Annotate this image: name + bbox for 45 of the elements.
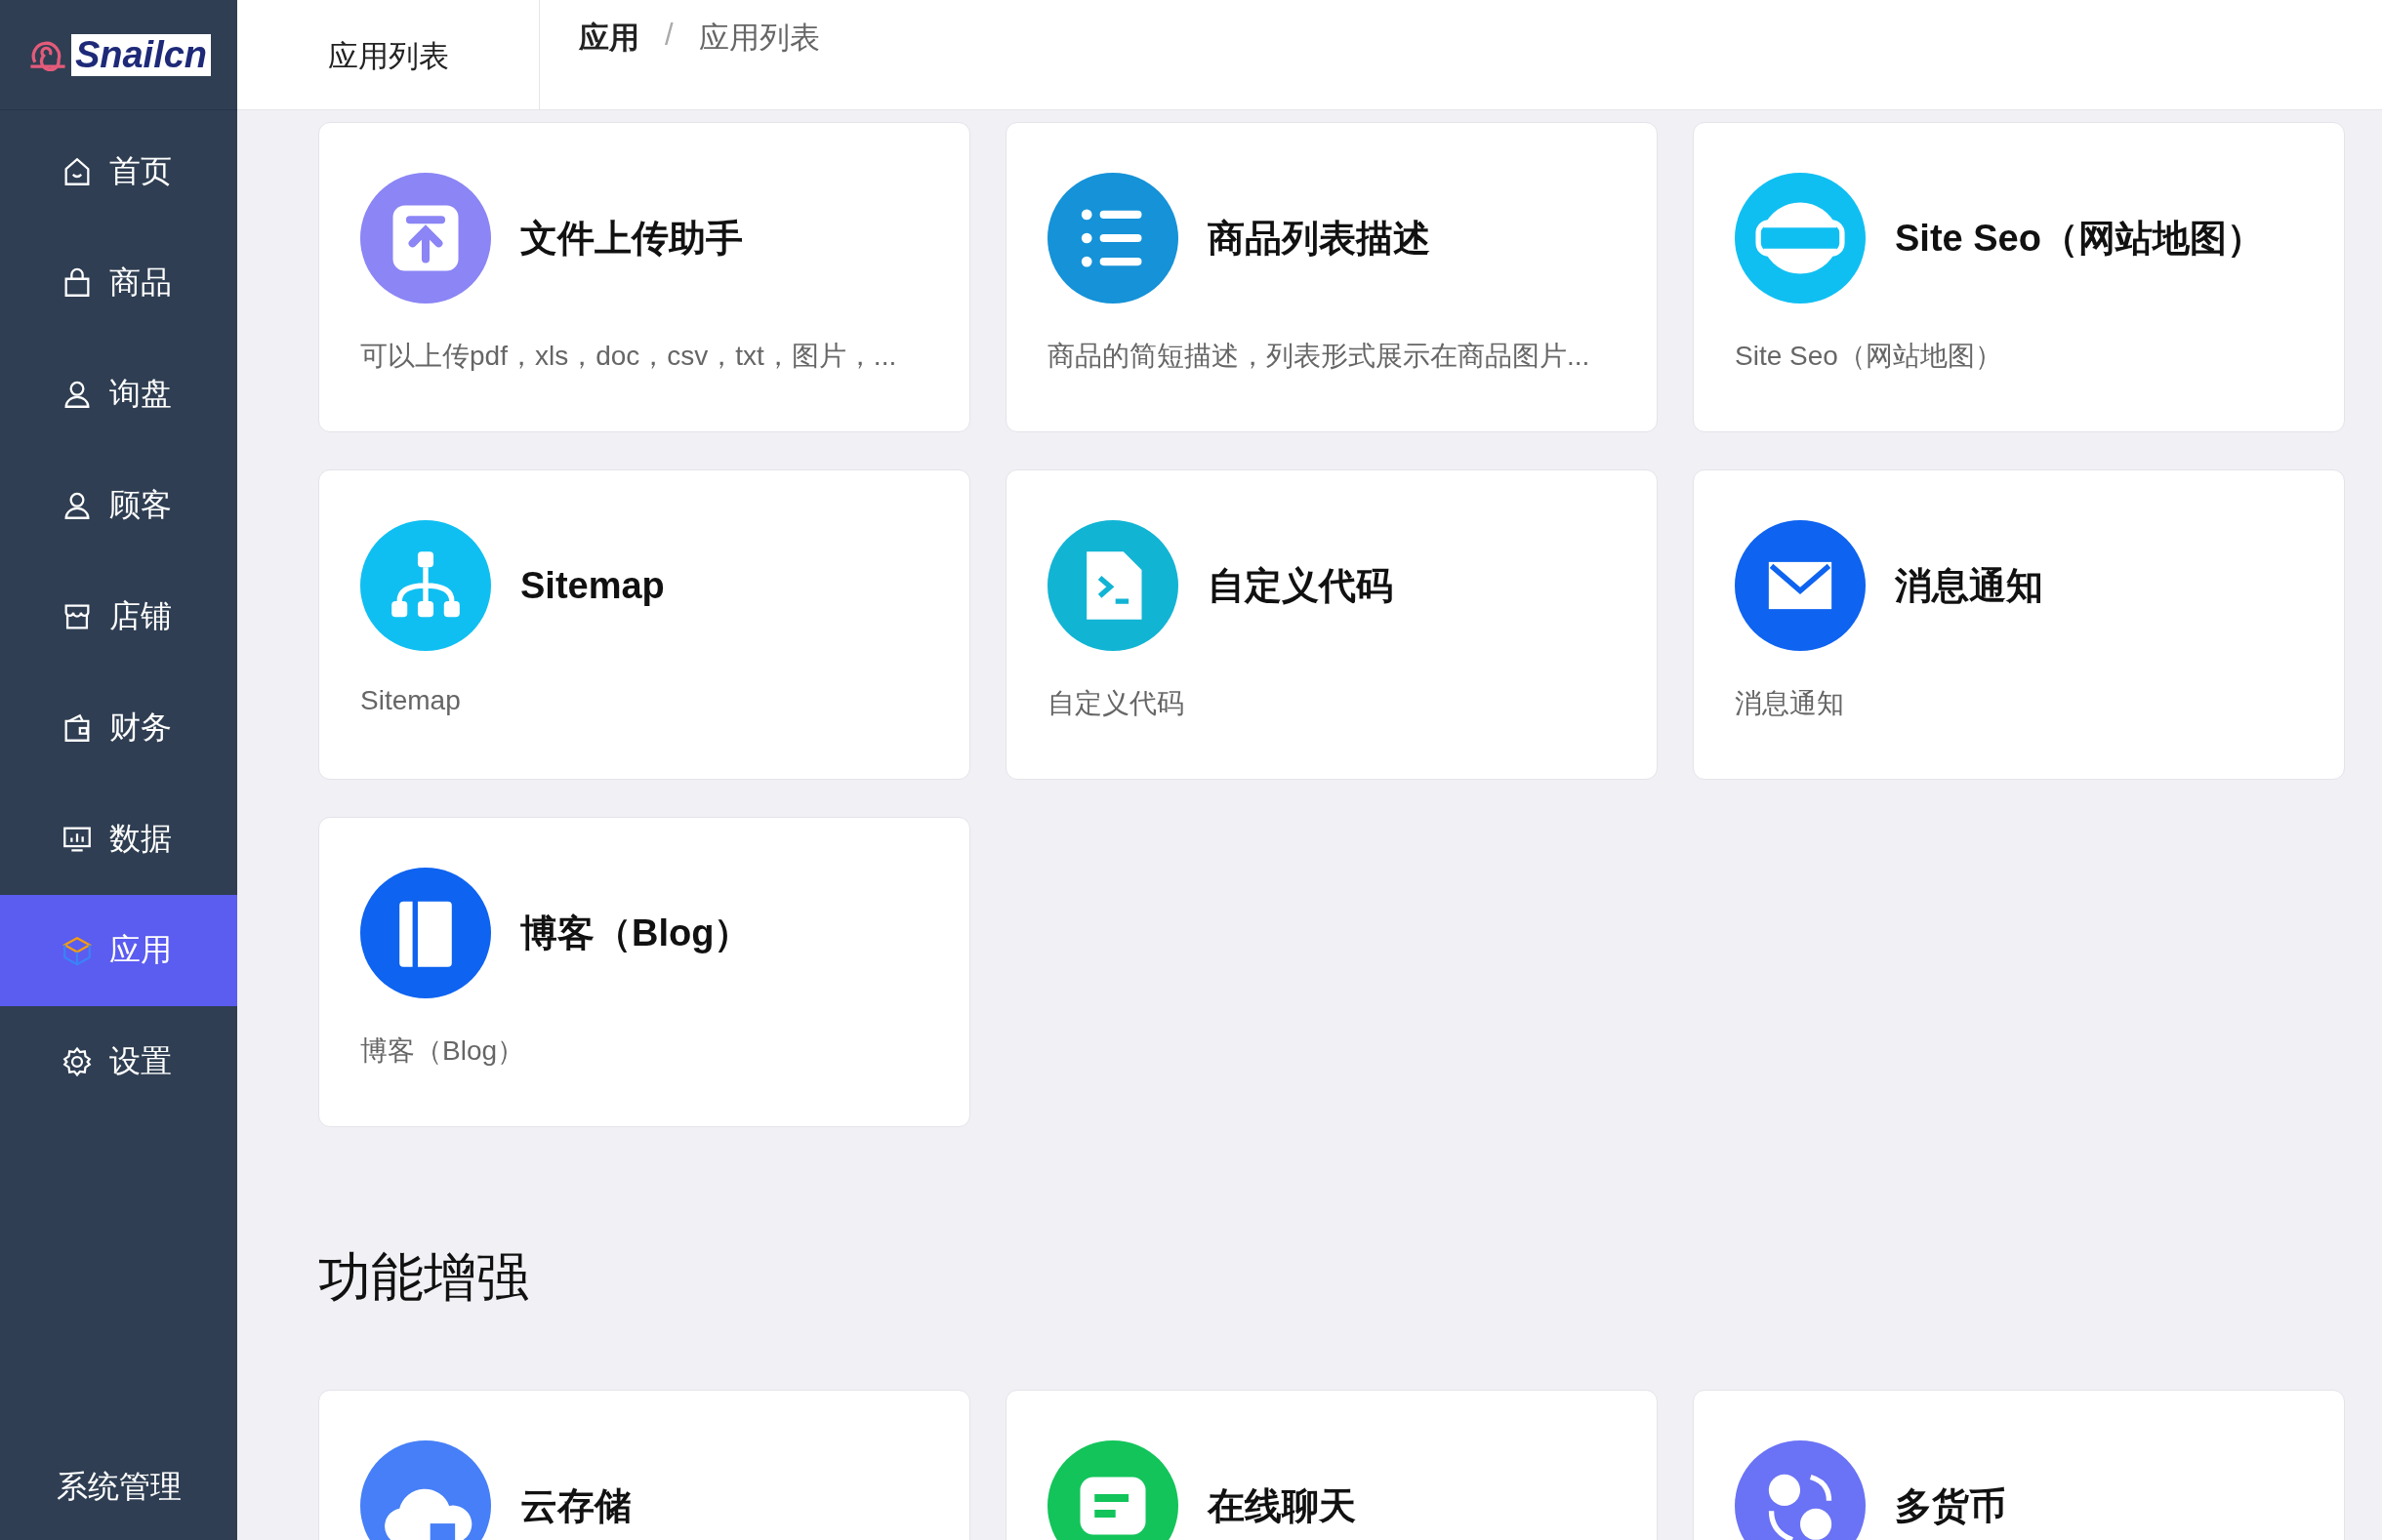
page-tab[interactable]: 应用列表 (237, 0, 540, 109)
app-title: 云存储 (520, 1483, 632, 1528)
nav-item[interactable]: 应用 (0, 895, 237, 1006)
app-card[interactable]: 自定义代码 自定义代码 (1006, 469, 1658, 780)
app-card[interactable]: 云存储 (318, 1390, 970, 1540)
app-description: 自定义代码 (1047, 687, 1184, 720)
app-title: 商品列表描述 (1208, 216, 1430, 261)
logo[interactable]: Snailcn (70, 33, 212, 76)
app-card[interactable]: 文件上传助手 可以上传pdf，xls，doc，csv，txt，图片，... (318, 122, 970, 432)
app-card[interactable]: 博客（Blog） 博客（Blog） (318, 817, 970, 1127)
app-title: 多货币 (1895, 1483, 2006, 1528)
app-description: 博客（Blog） (360, 1034, 525, 1068)
breadcrumb-item[interactable]: 应用 (579, 18, 639, 59)
app-title: Site Seo（网站地图） (1895, 216, 2264, 261)
breadcrumb-item[interactable]: 应用列表 (698, 18, 820, 59)
settings-icon (61, 1045, 94, 1078)
nav-item[interactable]: 顾客 (0, 450, 237, 561)
app-card[interactable]: Sitemap Sitemap (318, 469, 970, 780)
app-title: 自定义代码 (1208, 563, 1393, 608)
app-title: 博客（Blog） (520, 911, 752, 955)
section-heading: 功能增强 (318, 1246, 530, 1308)
app-description: 商品的简短描述，列表形式展示在商品图片... (1047, 340, 1590, 373)
nav-item[interactable]: 数据 (0, 784, 237, 895)
app-title: 消息通知 (1895, 563, 2043, 608)
box-icon (61, 934, 94, 967)
app-description: 可以上传pdf，xls，doc，csv，txt，图片，... (360, 340, 897, 373)
nav-item[interactable]: 财务 (0, 672, 237, 784)
app-description: Sitemap (360, 685, 461, 716)
app-card[interactable]: 消息通知 消息通知 (1693, 469, 2345, 780)
nav-item[interactable]: 询盘 (0, 339, 237, 450)
app-description: Site Seo（网站地图） (1735, 340, 2002, 373)
app-title: Sitemap (520, 564, 665, 607)
app-card[interactable]: 在线聊天 (1006, 1390, 1658, 1540)
nav-item[interactable]: 商品 (0, 227, 237, 339)
system-management-link[interactable]: 系统管理 (0, 1458, 237, 1517)
app-title: 在线聊天 (1208, 1483, 1356, 1528)
nav-item[interactable]: 设置 (0, 1006, 237, 1117)
nav-item[interactable]: 首页 (0, 116, 237, 227)
app-card[interactable]: Site Seo（网站地图） Site Seo（网站地图） (1693, 122, 2345, 432)
app-card[interactable]: 商品列表描述 商品的简短描述，列表形式展示在商品图片... (1006, 122, 1658, 432)
app-title: 文件上传助手 (520, 216, 743, 261)
breadcrumb-separator: / (665, 18, 674, 53)
app-description: 消息通知 (1735, 687, 1844, 720)
nav-item[interactable]: 店铺 (0, 561, 237, 672)
app-card[interactable]: 多货币 (1693, 1390, 2345, 1540)
